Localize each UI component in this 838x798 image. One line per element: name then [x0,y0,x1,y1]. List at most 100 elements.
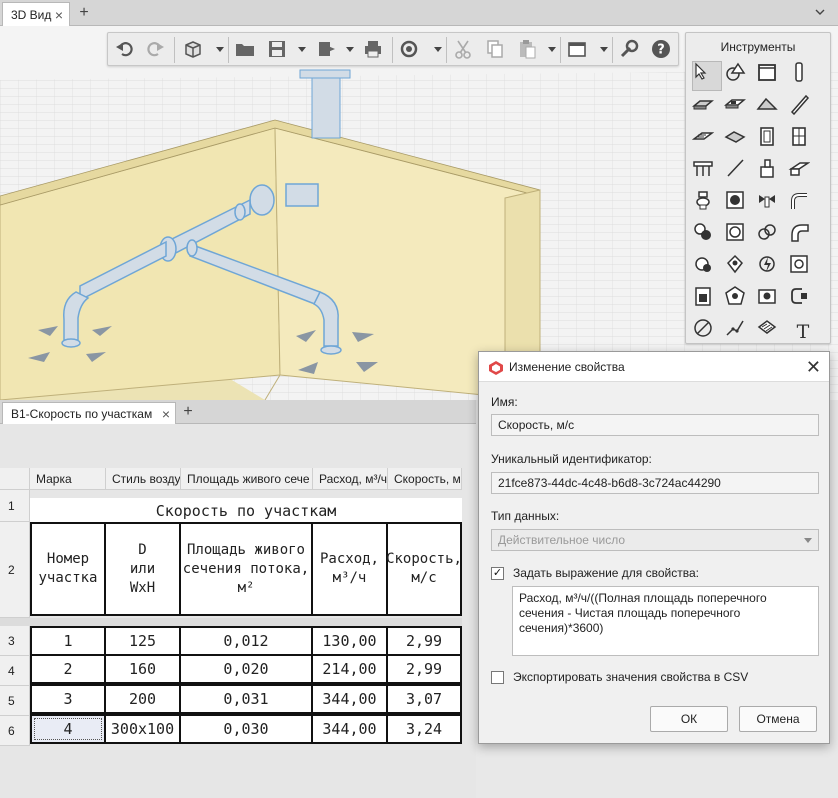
close-icon[interactable]: ✕ [806,357,821,378]
pipe-bend-tool[interactable] [788,189,818,219]
valve-tool[interactable] [756,189,786,219]
header-cell[interactable]: D или WxH [104,522,181,616]
column-header[interactable]: Площадь живого сече [181,468,313,490]
tab-schedule[interactable]: В1-Скорость по участкам × [2,402,176,424]
open-button[interactable] [234,38,258,62]
3d-viewport[interactable]: ? Инструменты T [0,26,838,400]
table-cell[interactable]: 1 [30,626,106,656]
pump-tool[interactable] [692,253,722,283]
table-cell[interactable]: 2,99 [386,626,462,656]
settings-button[interactable] [618,38,642,62]
column-header[interactable]: Марка [30,468,106,490]
print-button[interactable] [362,38,386,62]
table-cell[interactable]: 214,00 [311,654,388,684]
chevron-down-icon[interactable] [600,47,608,52]
chevron-down-icon[interactable] [434,47,442,52]
redo-button[interactable] [144,38,168,62]
table-cell[interactable]: 200 [104,684,181,714]
panel-tool[interactable] [692,285,722,315]
floor-tool[interactable] [724,93,754,123]
polyline-tool[interactable] [724,317,754,347]
chevron-down-icon[interactable] [216,47,224,52]
help-button[interactable]: ? [650,38,674,62]
schedule-title[interactable]: Скорость по участкам [30,498,462,522]
table-cell[interactable]: 125 [104,626,181,656]
table-cell[interactable]: 344,00 [311,714,388,744]
row-header[interactable]: 3 [0,626,30,656]
dimension-tool[interactable] [692,317,722,347]
elbow-tool[interactable] [788,221,818,251]
add-tab-icon[interactable]: + [74,2,94,24]
column-header[interactable]: Расход, м³/ч [313,468,388,490]
row-header[interactable]: 4 [0,656,30,686]
ramp-tool[interactable] [724,125,754,155]
table-cell[interactable]: 2 [30,654,106,684]
row-header[interactable]: 1 [0,490,30,522]
table-cell[interactable]: 3,07 [386,684,462,714]
table-cell[interactable]: 130,00 [311,626,388,656]
hatch-tool[interactable] [756,317,786,347]
sprinkler-tool[interactable] [692,221,722,251]
copy-button[interactable] [484,38,508,62]
cut-button[interactable] [452,38,476,62]
column-header[interactable]: Скорость, м [388,468,462,490]
table-cell[interactable]: 3,24 [386,714,462,744]
refresh-button[interactable] [398,38,422,62]
box-tool[interactable] [756,61,786,91]
uid-field[interactable]: 21fce873-44dc-4c48-b6d8-3c724ac44290 [491,472,819,494]
shapes-tool[interactable] [724,61,754,91]
line-tool[interactable] [724,157,754,187]
camera-tool[interactable] [756,285,786,315]
chevron-down-icon[interactable] [346,47,354,52]
slab-tool[interactable] [692,93,722,123]
light-tool[interactable] [724,253,754,283]
row-header[interactable]: 6 [0,716,30,746]
dialog-title-bar[interactable]: Изменение свойства ✕ [479,352,829,382]
roof-tool[interactable] [756,93,786,123]
window-tool[interactable] [788,125,818,155]
table-cell[interactable]: 344,00 [311,684,388,714]
window-button[interactable] [566,38,590,62]
railing-tool[interactable] [692,157,722,187]
fan-tool[interactable] [724,189,754,219]
header-cell[interactable]: Скорость, м/с [386,522,462,616]
table-cell[interactable]: 3 [30,684,106,714]
coil-tool[interactable] [756,221,786,251]
select-tool[interactable] [692,61,722,91]
door-tool[interactable] [756,125,786,155]
chevron-down-icon[interactable] [814,6,826,18]
text-tool[interactable]: T [788,317,818,347]
name-field[interactable]: Скорость, м/с [491,414,819,436]
toilet-tool[interactable] [692,189,722,219]
header-cell[interactable]: Расход, м³/ч [311,522,388,616]
beam-tool[interactable] [788,93,818,123]
save-button[interactable] [266,38,290,62]
duct-tool[interactable] [788,157,818,187]
paste-button[interactable] [516,38,540,62]
equipment-tool[interactable] [756,157,786,187]
row-header[interactable]: 5 [0,686,30,716]
table-cell[interactable]: 300x100 [104,714,181,744]
selected-table-cell[interactable]: 4 [30,714,106,744]
grille-tool[interactable] [724,221,754,251]
header-cell[interactable]: Площадь живого сечения потока, м² [179,522,313,616]
close-icon[interactable]: × [55,7,63,23]
add-tab-icon[interactable]: + [178,401,198,423]
cancel-button[interactable]: Отмена [739,706,817,732]
cube-view-button[interactable] [182,38,206,62]
outlet-tool[interactable] [788,253,818,283]
close-icon[interactable]: × [162,406,170,422]
detector-tool[interactable] [724,285,754,315]
tab-3d-view[interactable]: 3D Вид × [2,2,70,26]
table-cell[interactable]: 2,99 [386,654,462,684]
connector-tool[interactable] [788,285,818,315]
table-cell[interactable]: 0,012 [179,626,313,656]
table-cell[interactable]: 0,031 [179,684,313,714]
export-button[interactable] [316,38,340,62]
column-tool[interactable] [788,61,818,91]
expression-textarea[interactable]: Расход, м³/ч/((Полная площадь поперечног… [512,586,819,656]
row-header[interactable]: 2 [0,522,30,618]
expression-checkbox[interactable]: ✓ [491,567,504,580]
header-cell[interactable]: Номер участка [30,522,106,616]
chevron-down-icon[interactable] [548,47,556,52]
